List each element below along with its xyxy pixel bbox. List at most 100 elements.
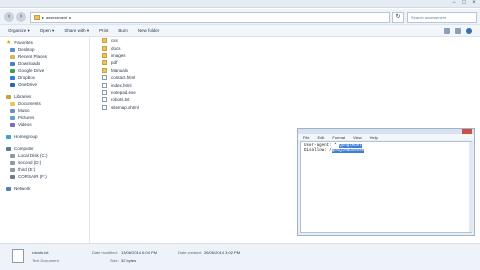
address-field[interactable]: ▸ assessment ▸ bbox=[30, 12, 390, 23]
details-filetype: Text Document bbox=[32, 258, 59, 263]
sidebar-item-network[interactable]: Network bbox=[0, 185, 89, 192]
refresh-button[interactable]: ↻ bbox=[392, 12, 404, 23]
sidebar-item-label: Computer bbox=[14, 146, 34, 151]
sidebar-item-label: Libraries bbox=[14, 94, 32, 99]
date-created-label: Date created: bbox=[178, 250, 203, 255]
forward-button[interactable]: › bbox=[16, 12, 26, 22]
sidebar-item-label: Music bbox=[18, 108, 30, 113]
sidebar-item-label: Recent Places bbox=[18, 54, 48, 59]
document-icon bbox=[12, 249, 24, 263]
breadcrumb-assessment[interactable]: assessment bbox=[46, 13, 67, 23]
address-bar: ‹ › ▸ assessment ▸ ↻ Search assessment bbox=[0, 9, 480, 25]
sidebar-item-label: Favorites bbox=[14, 40, 33, 45]
list-item[interactable]: notepad.exe bbox=[102, 89, 302, 96]
menu-edit[interactable]: Edit bbox=[317, 135, 324, 140]
sidebar-item-recent-places[interactable]: Recent Places bbox=[0, 53, 89, 60]
homegroup-icon bbox=[6, 134, 11, 139]
sidebar-item-label: Dropbox bbox=[18, 75, 36, 80]
notepad-window: File Edit Format View Help User-agent: *… bbox=[297, 128, 475, 236]
open-menu[interactable]: Open ▾ bbox=[40, 28, 55, 34]
minimize-button[interactable]: − bbox=[450, 0, 458, 7]
list-item[interactable]: css bbox=[102, 37, 302, 44]
drive-icon bbox=[10, 167, 15, 172]
sidebar-item-favorites[interactable]: ★ Favorites bbox=[0, 39, 89, 46]
folder-icon bbox=[102, 45, 107, 51]
sidebar-item-videos[interactable]: Videos bbox=[0, 121, 89, 128]
sidebar-item-label: Google Drive bbox=[18, 68, 45, 73]
sidebar-item-label: Desktop bbox=[18, 47, 35, 52]
list-item[interactable]: Manuals bbox=[102, 67, 302, 74]
sidebar-item-label: Network bbox=[14, 186, 31, 191]
sidebar-item-label: second (D:) bbox=[18, 160, 42, 165]
document-icon bbox=[102, 89, 107, 95]
sidebar-item-computer[interactable]: Computer bbox=[0, 145, 89, 152]
folder-icon bbox=[34, 15, 40, 20]
sidebar-item-second-d[interactable]: second (D:) bbox=[0, 159, 89, 166]
size-label: Size: bbox=[110, 258, 119, 263]
change-view-icon[interactable] bbox=[444, 28, 450, 34]
sidebar-item-local-disk-c[interactable]: Local Disk (C:) bbox=[0, 152, 89, 159]
list-item[interactable]: docs bbox=[102, 44, 302, 51]
help-icon[interactable] bbox=[466, 28, 472, 34]
sidebar-item-corsair-f[interactable]: CORSAIR (F:) bbox=[0, 173, 89, 180]
new-folder-button[interactable]: New folder bbox=[138, 28, 160, 33]
sidebar-item-documents[interactable]: Documents bbox=[0, 100, 89, 107]
computer-icon bbox=[6, 146, 11, 151]
notepad-scrollbar[interactable] bbox=[469, 142, 473, 232]
recent-places-icon bbox=[10, 54, 15, 59]
folder-icon bbox=[102, 38, 107, 44]
desktop-icon bbox=[10, 47, 15, 52]
navigation-pane: ★ Favorites Desktop Recent Places Downlo… bbox=[0, 37, 90, 243]
date-modified-value: 13/06/2014 6:04 PM bbox=[121, 250, 158, 255]
sidebar-item-label: Videos bbox=[18, 122, 32, 127]
notepad-text-area[interactable]: User-agent: * googlebot Disallow: /googl… bbox=[300, 141, 472, 233]
favorites-group: ★ Favorites Desktop Recent Places Downlo… bbox=[0, 39, 89, 88]
burn-button[interactable]: Burn bbox=[118, 28, 128, 33]
sidebar-item-homegroup[interactable]: Homegroup bbox=[0, 133, 89, 140]
maximize-button[interactable]: □ bbox=[460, 0, 468, 7]
sidebar-item-onedrive[interactable]: OneDrive bbox=[0, 81, 89, 88]
back-button[interactable]: ‹ bbox=[4, 12, 14, 22]
organize-menu[interactable]: Organize ▾ bbox=[8, 28, 30, 34]
sidebar-item-third-e[interactable]: third (E:) bbox=[0, 166, 89, 173]
file-name: css bbox=[111, 38, 118, 44]
videos-icon bbox=[10, 122, 15, 127]
list-item[interactable]: index.html bbox=[102, 81, 302, 88]
sidebar-item-downloads[interactable]: Downloads bbox=[0, 60, 89, 67]
drive-icon bbox=[10, 160, 15, 165]
list-item[interactable]: robots.txt bbox=[102, 96, 302, 103]
notepad-close-button[interactable] bbox=[462, 129, 472, 134]
sidebar-item-pictures[interactable]: Pictures bbox=[0, 114, 89, 121]
music-icon bbox=[10, 108, 15, 113]
list-item[interactable]: pdf bbox=[102, 59, 302, 66]
usb-drive-icon bbox=[10, 174, 15, 179]
menu-file[interactable]: File bbox=[303, 135, 309, 140]
documents-icon bbox=[10, 101, 15, 106]
menu-view[interactable]: View bbox=[353, 135, 362, 140]
sidebar-item-desktop[interactable]: Desktop bbox=[0, 46, 89, 53]
share-with-menu[interactable]: Share with ▾ bbox=[64, 28, 89, 34]
libraries-icon bbox=[6, 94, 11, 99]
print-button[interactable]: Print bbox=[99, 28, 108, 33]
list-item[interactable]: images bbox=[102, 52, 302, 59]
dropbox-icon bbox=[10, 75, 15, 80]
sidebar-item-libraries[interactable]: Libraries bbox=[0, 93, 89, 100]
date-created-value: 26/06/2014 3:02 PM bbox=[204, 250, 241, 255]
sidebar-item-dropbox[interactable]: Dropbox bbox=[0, 74, 89, 81]
sidebar-item-label: Documents bbox=[18, 101, 41, 106]
list-item[interactable]: contact.html bbox=[102, 74, 302, 81]
selected-text: googlebot bbox=[339, 144, 362, 148]
menu-format[interactable]: Format bbox=[332, 135, 345, 140]
date-modified-label: Date modified: bbox=[92, 250, 118, 255]
sidebar-item-google-drive[interactable]: Google Drive bbox=[0, 67, 89, 74]
file-name: sitemap.xhtml bbox=[111, 104, 139, 110]
drive-icon bbox=[10, 153, 15, 158]
sidebar-item-music[interactable]: Music bbox=[0, 107, 89, 114]
menu-help[interactable]: Help bbox=[370, 135, 378, 140]
close-button[interactable]: × bbox=[470, 0, 478, 7]
search-input[interactable]: Search assessment bbox=[407, 12, 477, 23]
text-line: Disallow: /googleadsense bbox=[304, 149, 468, 154]
sidebar-item-label: Pictures bbox=[18, 115, 35, 120]
list-item[interactable]: sitemap.xhtml bbox=[102, 104, 302, 111]
preview-pane-icon[interactable] bbox=[455, 28, 461, 34]
